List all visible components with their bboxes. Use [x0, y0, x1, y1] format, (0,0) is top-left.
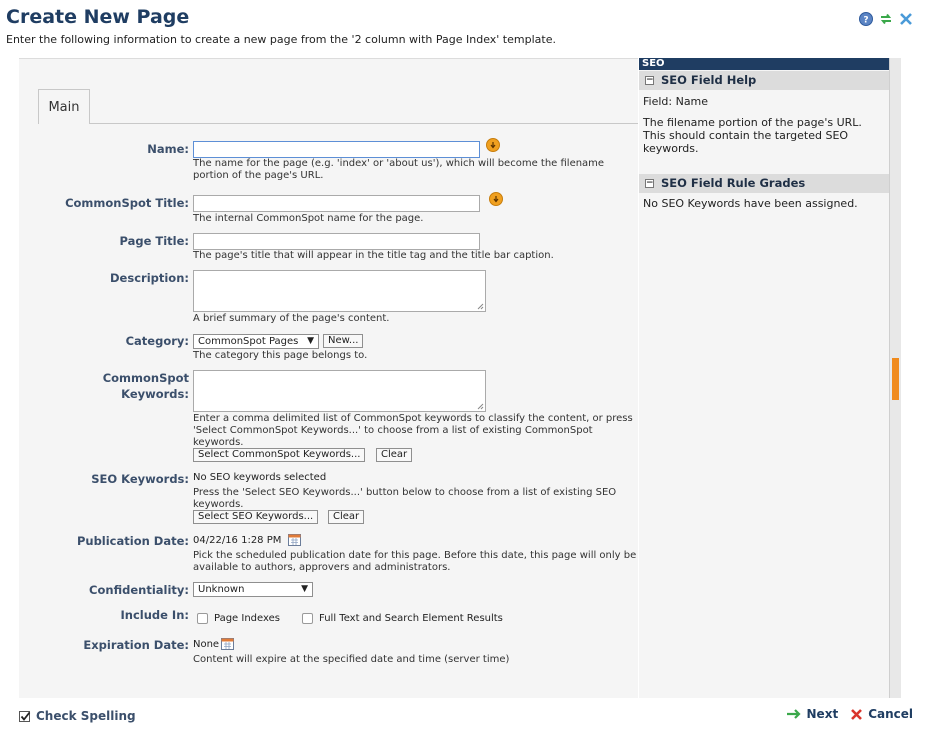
- confidentiality-label: Confidentiality:: [89, 583, 189, 597]
- svg-text:?: ?: [863, 16, 868, 26]
- collapse-icon[interactable]: −: [645, 179, 654, 188]
- seo-panel-header: SEO: [639, 58, 889, 70]
- seo-rule-grades-section[interactable]: − SEO Field Rule Grades: [639, 174, 889, 193]
- seo-keywords-label: SEO Keywords:: [91, 472, 189, 486]
- footer-actions: Next Cancel: [786, 707, 913, 721]
- seo-field-help-section[interactable]: − SEO Field Help: [639, 71, 889, 90]
- page-subtitle: Enter the following information to creat…: [6, 33, 556, 46]
- publication-date-label: Publication Date:: [76, 534, 189, 548]
- tab-divider: [90, 123, 638, 124]
- resize-grip-icon[interactable]: [477, 403, 484, 410]
- seo-panel: SEO − SEO Field Help Field: Name The fil…: [639, 58, 889, 698]
- seo-rule-grades-title: SEO Field Rule Grades: [661, 176, 806, 190]
- panel-collapse-handle[interactable]: [892, 358, 899, 400]
- next-button[interactable]: Next: [786, 707, 839, 721]
- collapse-icon[interactable]: −: [645, 76, 654, 85]
- seo-field-help-text: The filename portion of the page's URL. …: [643, 116, 862, 155]
- commonspot-title-hint: The internal CommonSpot name for the pag…: [193, 213, 424, 224]
- category-select[interactable]: CommonSpot Pages ▼: [193, 334, 319, 349]
- commonspot-title-input[interactable]: [193, 195, 480, 212]
- check-spelling-checkbox[interactable]: [19, 710, 31, 722]
- publication-date-value: 04/22/16 1:28 PM: [193, 535, 282, 546]
- window-controls: ?: [859, 12, 913, 26]
- required-icon: [486, 138, 500, 152]
- check-spelling-control[interactable]: Check Spelling: [19, 709, 136, 723]
- confidentiality-selected: Unknown: [198, 584, 245, 595]
- commonspot-keywords-label-line2: Keywords:: [121, 387, 189, 401]
- calendar-icon[interactable]: [221, 637, 234, 650]
- seo-field-line: Field: Name: [643, 95, 709, 108]
- resize-grip-icon[interactable]: [477, 303, 484, 310]
- name-label: Name:: [147, 142, 189, 156]
- seo-keywords-hint: Press the 'Select SEO Keywords...' butto…: [193, 487, 617, 510]
- description-hint: A brief summary of the page's content.: [193, 313, 390, 324]
- cancel-x-icon: [851, 708, 863, 720]
- page-title-input[interactable]: [193, 233, 480, 250]
- expiration-date-hint: Content will expire at the specified dat…: [193, 654, 510, 665]
- commonspot-keywords-label: CommonSpot Keywords:: [19, 370, 189, 402]
- clear-commonspot-keywords-button[interactable]: Clear: [376, 448, 413, 462]
- close-icon[interactable]: [899, 12, 913, 26]
- arrow-right-icon: [786, 709, 801, 719]
- clear-seo-keywords-button[interactable]: Clear: [328, 510, 365, 524]
- name-input[interactable]: [193, 141, 480, 158]
- page-indexes-label: Page Indexes: [214, 613, 280, 624]
- commonspot-keywords-textarea[interactable]: [193, 370, 486, 412]
- form-area: Main Name: The name for the page (e.g. '…: [19, 58, 638, 698]
- expiration-date-label: Expiration Date:: [83, 638, 189, 652]
- required-icon: [489, 192, 503, 206]
- select-commonspot-keywords-button[interactable]: Select CommonSpot Keywords...: [193, 448, 366, 462]
- description-label: Description:: [110, 271, 189, 285]
- seo-field-help-title: SEO Field Help: [661, 73, 757, 87]
- tab-main[interactable]: Main: [38, 89, 90, 124]
- page-title-label: Page Title:: [119, 234, 189, 248]
- commonspot-title-label: CommonSpot Title:: [65, 196, 189, 210]
- category-new-button[interactable]: New...: [323, 334, 364, 348]
- page-title-hint: The page's title that will appear in the…: [193, 250, 554, 261]
- page-title: Create New Page: [6, 6, 190, 28]
- category-selected: CommonSpot Pages: [198, 336, 299, 347]
- full-text-search-label: Full Text and Search Element Results: [319, 613, 503, 624]
- cancel-label: Cancel: [868, 707, 913, 721]
- confidentiality-select[interactable]: Unknown ▼: [193, 582, 313, 597]
- seo-keywords-status: No SEO keywords selected: [193, 472, 327, 483]
- dropdown-arrow-icon: ▼: [307, 336, 314, 346]
- commonspot-keywords-hint: Enter a comma delimited list of CommonSp…: [193, 413, 633, 448]
- description-textarea[interactable]: [193, 270, 486, 312]
- dropdown-arrow-icon: ▼: [301, 584, 308, 594]
- page-indexes-checkbox[interactable]: [197, 613, 208, 624]
- include-in-label: Include In:: [120, 608, 189, 622]
- category-hint: The category this page belongs to.: [193, 350, 368, 361]
- seo-rule-grades-text: No SEO Keywords have been assigned.: [643, 197, 858, 210]
- cancel-button[interactable]: Cancel: [850, 707, 913, 721]
- name-hint: The name for the page (e.g. 'index' or '…: [193, 158, 605, 181]
- check-spelling-label: Check Spelling: [36, 709, 136, 723]
- commonspot-keywords-label-line1: CommonSpot: [102, 371, 189, 385]
- publication-date-hint: Pick the scheduled publication date for …: [193, 550, 637, 573]
- expiration-date-value: None: [193, 639, 220, 650]
- help-icon[interactable]: ?: [859, 12, 873, 26]
- checkmark-icon: [20, 711, 31, 721]
- refresh-icon[interactable]: [879, 12, 893, 26]
- next-label: Next: [806, 707, 839, 721]
- calendar-icon[interactable]: [288, 533, 301, 546]
- category-label: Category:: [125, 334, 189, 348]
- select-seo-keywords-button[interactable]: Select SEO Keywords...: [193, 510, 319, 524]
- full-text-search-checkbox[interactable]: [302, 613, 313, 624]
